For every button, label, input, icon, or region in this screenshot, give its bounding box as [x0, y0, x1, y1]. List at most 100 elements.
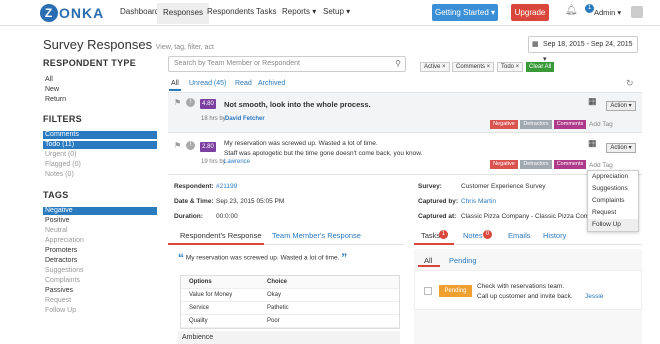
admin-menu[interactable]: Admin ▾ — [594, 8, 621, 17]
filter-chip-todo[interactable]: Todo × — [497, 62, 524, 72]
score-badge: 4.80 — [200, 99, 216, 109]
nav-respondents[interactable]: Respondents — [207, 7, 254, 16]
task-status-badge: Pending — [439, 285, 472, 297]
refresh-icon[interactable]: ↻ — [626, 78, 634, 89]
nav-dashboard[interactable]: Dashboard — [120, 7, 159, 16]
tag-comments-chip[interactable]: Comments — [554, 120, 586, 129]
tag-negative-chip[interactable]: Negative — [490, 120, 518, 129]
dropdown-request[interactable]: Request — [588, 207, 638, 219]
dropdown-suggestions[interactable]: Suggestions — [588, 183, 638, 195]
tasks-count-badge: 1 — [439, 230, 448, 239]
flag-icon[interactable]: ⚑ — [174, 98, 181, 107]
filter-urgent[interactable]: Urgent (0) — [45, 151, 77, 158]
respondent-id[interactable]: #21199 — [216, 183, 237, 190]
filter-comments[interactable]: Comments — [43, 131, 157, 139]
tag-negative-chip[interactable]: Negative — [490, 160, 518, 169]
filter-notes[interactable]: Notes (0) — [45, 171, 74, 178]
tab-emails[interactable]: Emails — [508, 231, 531, 240]
tag-suggestions[interactable]: Suggestions — [45, 267, 84, 274]
respondent-type-all[interactable]: All — [45, 76, 53, 83]
response-time: 19 hrs by — [201, 159, 226, 165]
avatar[interactable] — [631, 6, 643, 18]
nav-tasks[interactable]: Tasks — [256, 7, 276, 16]
tab-respondents-response[interactable]: Respondent's Response — [180, 231, 262, 240]
respondent-type-return[interactable]: Return — [45, 96, 66, 103]
response-title[interactable]: My reservation was screwed up. Wasted a … — [224, 140, 378, 147]
tab-notes[interactable]: Notes — [463, 231, 483, 240]
add-tag-input[interactable]: Add Tag — [589, 162, 613, 169]
info-icon[interactable]: ! — [186, 141, 195, 150]
action-button[interactable]: Action ▾ — [606, 101, 636, 111]
getting-started-button[interactable]: Getting Started ▾ — [432, 4, 498, 21]
flag-icon[interactable]: ⚑ — [174, 141, 181, 150]
tag-comments-chip[interactable]: Comments — [554, 160, 586, 169]
tag-request[interactable]: Request — [45, 297, 71, 304]
tab-all-underline — [169, 89, 181, 91]
nav-reports[interactable]: Reports ▾ — [282, 7, 316, 16]
tag-appreciation[interactable]: Appreciation — [45, 237, 84, 244]
response-author[interactable]: Lawrence — [224, 159, 250, 165]
filter-chip-active[interactable]: Active × — [420, 62, 450, 72]
tab-team-members-response[interactable]: Team Member's Response — [272, 231, 361, 240]
search-input[interactable]: Search by Team Member or Respondent ⚲ — [168, 56, 406, 72]
duration-value: 00:0:00 — [216, 213, 238, 220]
tag-promoters[interactable]: Promoters — [45, 247, 77, 254]
bell-icon[interactable]: 🔔︎ — [565, 5, 578, 16]
subtab-pending[interactable]: Pending — [449, 256, 477, 265]
grid-icon[interactable]: ▦ — [588, 138, 597, 149]
respondent-type-heading: RESPONDENT TYPE — [43, 58, 137, 68]
task-assignee[interactable]: Jessie — [585, 293, 603, 300]
tag-negative[interactable]: Negative — [43, 207, 157, 215]
tag-passives[interactable]: Passives — [45, 287, 73, 294]
tab-archived[interactable]: Archived — [258, 80, 285, 87]
tab-read[interactable]: Read — [235, 80, 252, 87]
logo-mark: Z — [40, 4, 58, 22]
respondent-type-new[interactable]: New — [45, 86, 59, 93]
tab-unread[interactable]: Unread (45) — [189, 80, 226, 87]
tab-all[interactable]: All — [171, 80, 179, 87]
captured-by-value[interactable]: Chris Martin — [461, 198, 496, 205]
filter-todo[interactable]: Todo (11) — [43, 141, 157, 149]
tag-detractors[interactable]: Detractors — [45, 257, 77, 264]
tag-complaints[interactable]: Complaints — [45, 277, 80, 284]
task-checkbox[interactable] — [424, 287, 432, 295]
task-line1: Check with reservations team. — [477, 283, 565, 290]
survey-label: Survey: — [418, 183, 442, 190]
clear-all-button[interactable]: Clear All — [526, 62, 555, 72]
dropdown-follow-up[interactable]: Follow Up — [588, 219, 638, 231]
notification-badge: 1 — [585, 4, 594, 13]
response-row[interactable]: ⚑ ! 2.80 My reservation was screwed up. … — [168, 132, 642, 174]
tag-follow-up[interactable]: Follow Up — [45, 307, 76, 314]
header-options: Options — [189, 279, 212, 285]
tag-detractors-chip[interactable]: Detractors — [520, 120, 552, 129]
subtab-all[interactable]: All — [424, 256, 432, 265]
nav-setup[interactable]: Setup ▾ — [323, 7, 350, 16]
tag-detractors-chip[interactable]: Detractors — [520, 160, 552, 169]
filters-heading: FILTERS — [43, 114, 82, 124]
tag-dropdown: Appreciation Suggestions Complaints Requ… — [587, 170, 639, 232]
grid-icon[interactable]: ▦ — [588, 96, 597, 107]
zonka-logo[interactable]: Z ONKA — [40, 4, 104, 22]
dropdown-complaints[interactable]: Complaints — [588, 195, 638, 207]
dropdown-appreciation[interactable]: Appreciation — [588, 171, 638, 183]
info-icon[interactable]: ! — [186, 98, 195, 107]
action-button[interactable]: Action ▾ — [606, 143, 636, 153]
tag-positive[interactable]: Positive — [45, 217, 70, 224]
add-tag-input[interactable]: Add Tag — [589, 121, 613, 128]
response-title[interactable]: Not smooth, look into the whole process. — [224, 100, 371, 109]
notes-count-badge: 0 — [483, 230, 492, 239]
search-icon[interactable]: ⚲ — [395, 57, 401, 71]
tab-tasks[interactable]: Tasks — [421, 231, 440, 240]
response-author[interactable]: David Fetcher — [225, 116, 265, 122]
tag-neutral[interactable]: Neutral — [45, 227, 68, 234]
date-range-picker[interactable]: ▦ Sep 18, 2015 - Sep 24, 2015 ▾ — [528, 36, 638, 63]
filter-flagged[interactable]: Flagged (0) — [45, 161, 81, 168]
tab-history[interactable]: History — [543, 231, 566, 240]
datetime-label: Date & Time: — [174, 198, 214, 205]
response-title-line2[interactable]: Staff was apologetic but the time gone d… — [224, 150, 422, 157]
upgrade-button[interactable]: Upgrade — [511, 4, 549, 21]
response-row[interactable]: ⚑ ! 4.80 Not smooth, look into the whole… — [168, 92, 642, 132]
quote-text: My reservation was screwed up. Wasted a … — [185, 254, 340, 262]
filter-chip-comments[interactable]: Comments × — [452, 62, 495, 72]
nav-responses[interactable]: Responses — [157, 3, 210, 24]
